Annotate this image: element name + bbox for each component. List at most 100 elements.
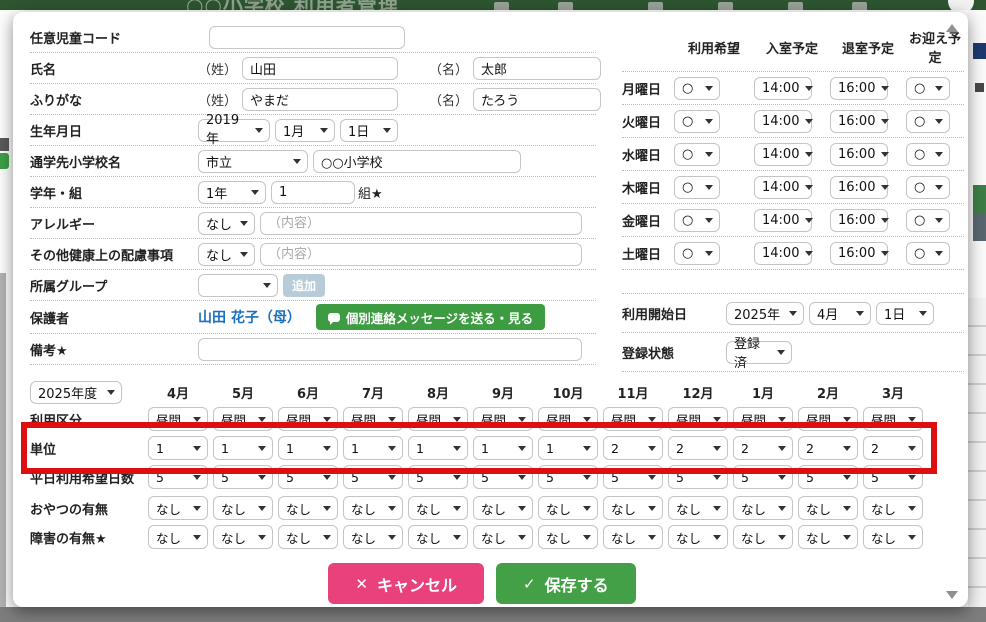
use-select[interactable]: ○ (674, 242, 720, 265)
snack-select[interactable]: なし (278, 496, 338, 520)
weekday-days-select[interactable]: 5 (148, 465, 208, 489)
pickup-select[interactable]: ○ (906, 143, 950, 166)
start-year-select[interactable]: 2025年 (726, 302, 804, 325)
snack-select[interactable]: なし (733, 496, 793, 520)
usage-type-select[interactable]: 昼間 (408, 407, 468, 431)
enter-time-select[interactable]: 14:00 (754, 77, 812, 100)
guardian-link[interactable]: 山田 花子（母） (198, 307, 301, 327)
unit-select[interactable]: 1 (473, 436, 533, 460)
snack-select[interactable]: なし (343, 496, 403, 520)
use-select[interactable]: ○ (674, 143, 720, 166)
enter-time-select[interactable]: 14:00 (754, 242, 812, 265)
disability-select[interactable]: なし (213, 525, 273, 549)
usage-type-select[interactable]: 昼間 (148, 407, 208, 431)
allergy-select[interactable]: なし (198, 212, 255, 235)
birth-day-select[interactable]: 1日 (340, 119, 398, 142)
send-message-button[interactable]: 個別連絡メッセージを送る・見る (316, 304, 545, 330)
weekday-days-select[interactable]: 5 (798, 465, 858, 489)
child-code-input[interactable] (209, 26, 405, 49)
pickup-select[interactable]: ○ (906, 209, 950, 232)
usage-type-select[interactable]: 昼間 (863, 407, 923, 431)
scrollbar-up-arrow[interactable] (946, 24, 958, 32)
use-select[interactable]: ○ (674, 77, 720, 100)
allergy-detail-input[interactable] (260, 212, 582, 235)
disability-select[interactable]: なし (798, 525, 858, 549)
disability-select[interactable]: なし (668, 525, 728, 549)
snack-select[interactable]: なし (603, 496, 663, 520)
enter-time-select[interactable]: 14:00 (754, 143, 812, 166)
leave-time-select[interactable]: 16:00 (830, 209, 888, 232)
pickup-select[interactable]: ○ (906, 110, 950, 133)
disability-select[interactable]: なし (603, 525, 663, 549)
pickup-select[interactable]: ○ (906, 242, 950, 265)
unit-select[interactable]: 2 (668, 436, 728, 460)
birth-year-select[interactable]: 2019年 (198, 119, 270, 142)
weekday-days-select[interactable]: 5 (408, 465, 468, 489)
first-name-kana-input[interactable] (473, 88, 601, 111)
leave-time-select[interactable]: 16:00 (830, 176, 888, 199)
usage-type-select[interactable]: 昼間 (603, 407, 663, 431)
leave-time-select[interactable]: 16:00 (830, 77, 888, 100)
leave-time-select[interactable]: 16:00 (830, 143, 888, 166)
usage-type-select[interactable]: 昼間 (733, 407, 793, 431)
weekday-days-select[interactable]: 5 (733, 465, 793, 489)
start-day-select[interactable]: 1日 (876, 302, 934, 325)
snack-select[interactable]: なし (798, 496, 858, 520)
pickup-select[interactable]: ○ (906, 176, 950, 199)
use-select[interactable]: ○ (674, 110, 720, 133)
pickup-select[interactable]: ○ (906, 77, 950, 100)
last-name-input[interactable] (242, 57, 398, 80)
snack-select[interactable]: なし (148, 496, 208, 520)
usage-type-select[interactable]: 昼間 (538, 407, 598, 431)
snack-select[interactable]: なし (538, 496, 598, 520)
disability-select[interactable]: なし (278, 525, 338, 549)
usage-type-select[interactable]: 昼間 (798, 407, 858, 431)
school-name-input[interactable] (313, 150, 521, 173)
unit-select[interactable]: 1 (148, 436, 208, 460)
usage-type-select[interactable]: 昼間 (213, 407, 273, 431)
disability-select[interactable]: なし (148, 525, 208, 549)
save-button[interactable]: ✓ 保存する (496, 563, 636, 604)
weekday-days-select[interactable]: 5 (278, 465, 338, 489)
unit-select[interactable]: 1 (213, 436, 273, 460)
leave-time-select[interactable]: 16:00 (830, 242, 888, 265)
unit-select[interactable]: 2 (733, 436, 793, 460)
snack-select[interactable]: なし (408, 496, 468, 520)
unit-select[interactable]: 1 (538, 436, 598, 460)
birth-month-select[interactable]: 1月 (275, 119, 335, 142)
disability-select[interactable]: なし (538, 525, 598, 549)
use-select[interactable]: ○ (674, 209, 720, 232)
disability-select[interactable]: なし (343, 525, 403, 549)
enter-time-select[interactable]: 14:00 (754, 110, 812, 133)
use-select[interactable]: ○ (674, 176, 720, 199)
weekday-days-select[interactable]: 5 (863, 465, 923, 489)
weekday-days-select[interactable]: 5 (473, 465, 533, 489)
snack-select[interactable]: なし (668, 496, 728, 520)
disability-select[interactable]: なし (733, 525, 793, 549)
weekday-days-select[interactable]: 5 (668, 465, 728, 489)
snack-select[interactable]: なし (863, 496, 923, 520)
unit-select[interactable]: 1 (408, 436, 468, 460)
first-name-input[interactable] (473, 57, 601, 80)
unit-select[interactable]: 1 (278, 436, 338, 460)
disability-select[interactable]: なし (473, 525, 533, 549)
usage-type-select[interactable]: 昼間 (473, 407, 533, 431)
disability-select[interactable]: なし (408, 525, 468, 549)
weekday-days-select[interactable]: 5 (538, 465, 598, 489)
registration-status-select[interactable]: 登録済 (726, 341, 792, 364)
grade-select[interactable]: 1年 (198, 181, 266, 204)
fiscal-year-select[interactable]: 2025年度 (30, 381, 122, 404)
weekday-days-select[interactable]: 5 (343, 465, 403, 489)
unit-select[interactable]: 2 (603, 436, 663, 460)
disability-select[interactable]: なし (863, 525, 923, 549)
usage-type-select[interactable]: 昼間 (278, 407, 338, 431)
scrollbar-down-arrow[interactable] (946, 591, 958, 599)
enter-time-select[interactable]: 14:00 (754, 176, 812, 199)
enter-time-select[interactable]: 14:00 (754, 209, 812, 232)
weekday-days-select[interactable]: 5 (603, 465, 663, 489)
usage-type-select[interactable]: 昼間 (668, 407, 728, 431)
weekday-days-select[interactable]: 5 (213, 465, 273, 489)
last-name-kana-input[interactable] (242, 88, 398, 111)
snack-select[interactable]: なし (473, 496, 533, 520)
health-select[interactable]: なし (198, 243, 255, 266)
